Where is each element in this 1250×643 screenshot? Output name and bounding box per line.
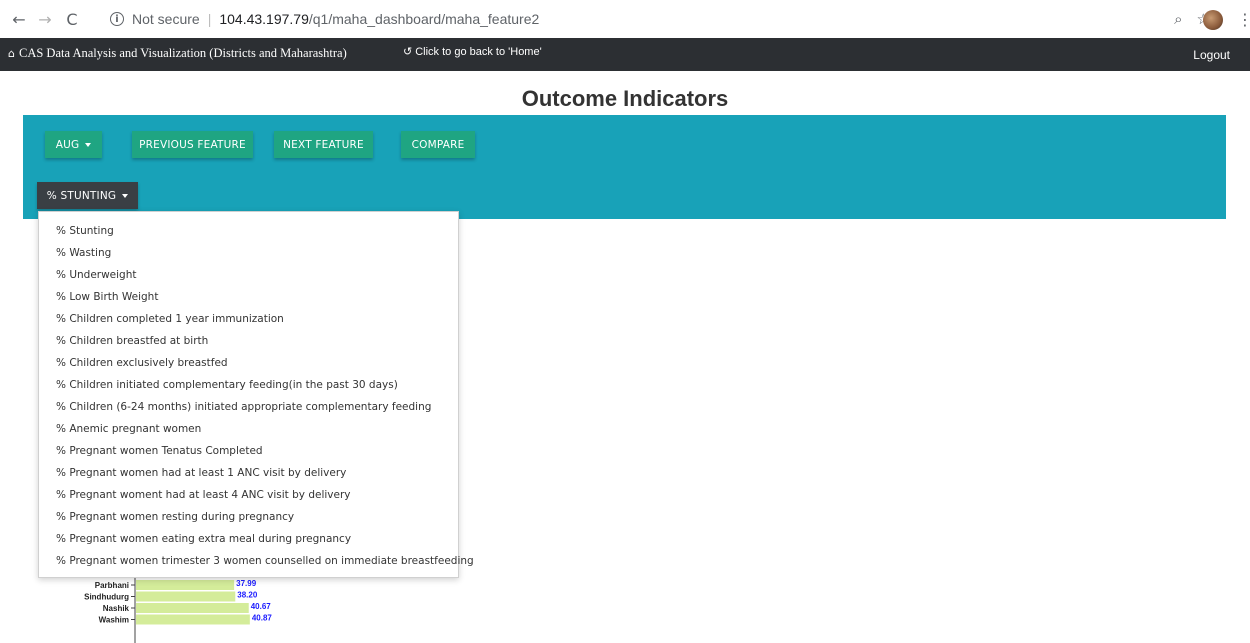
browser-menu-icon[interactable]: ⋮ [1237, 10, 1250, 29]
indicator-label: % STUNTING [46, 189, 117, 202]
url-path: /q1/maha_dashboard/maha_feature2 [308, 11, 540, 27]
url-host: 104.43.197.79 [219, 11, 309, 27]
caret-down-icon [122, 193, 129, 198]
brand-link[interactable]: ⌂ CAS Data Analysis and Visualization (D… [8, 46, 347, 61]
page-title: Outcome Indicators [521, 86, 729, 111]
back-home-icon: ↺ [403, 45, 413, 58]
indicator-dropdown-menu: % Stunting % Wasting % Underweight % Low… [38, 211, 474, 578]
zoom-icon[interactable]: ⌕ [1174, 10, 1182, 28]
dropdown-item[interactable]: % Pregnant women Tenatus Completed [39, 440, 458, 462]
profile-avatar[interactable] [1203, 10, 1223, 30]
dropdown-item[interactable]: % Pregnant women had at least 1 ANC visi… [39, 462, 458, 484]
forward-arrow-icon[interactable]: → [36, 10, 54, 29]
dropdown-item[interactable]: % Children completed 1 year immunization [39, 308, 458, 330]
dropdown-item[interactable]: % Pregnant women resting during pregnanc… [39, 506, 458, 528]
info-icon[interactable]: i [110, 12, 124, 26]
dropdown-item[interactable]: % Children initiated complementary feedi… [39, 374, 458, 396]
back-home-link[interactable]: ↺ Click to go back to 'Home' [403, 45, 542, 58]
dropdown-item[interactable]: % Children exclusively breastfed [39, 352, 458, 374]
back-arrow-icon[interactable]: ← [10, 10, 28, 29]
dropdown-item[interactable]: % Pregnant women eating extra meal durin… [39, 528, 458, 550]
previous-feature-button[interactable]: PREVIOUS FEATURE [132, 131, 253, 158]
caret-down-icon [85, 142, 92, 147]
district-bar-chart: Parbhani 37.99 Sindhudurg 38.20 Nashik 40.67 W… [84, 578, 273, 643]
controls-panel: AUG PREVIOUS FEATURE NEXT FEATURE COMPAR… [23, 115, 1226, 219]
chart-category-label: Washim [99, 616, 129, 625]
chart-value-label: 40.67 [251, 602, 272, 611]
reload-icon[interactable]: C [63, 10, 81, 29]
chart-category-label: Parbhani [95, 581, 129, 590]
compare-button[interactable]: COMPARE [401, 131, 475, 158]
month-dropdown-button[interactable]: AUG [45, 131, 102, 158]
not-secure-label: Not secure [132, 11, 200, 27]
dropdown-item[interactable]: % Pregnant woment had at least 4 ANC vis… [39, 484, 458, 506]
chart-value-label: 40.87 [252, 614, 273, 623]
dropdown-item[interactable]: % Anemic pregnant women [39, 418, 458, 440]
back-home-label: Click to go back to 'Home' [415, 45, 542, 58]
url-separator: | [207, 11, 212, 27]
app-navbar: ⌂ CAS Data Analysis and Visualization (D… [0, 38, 1250, 71]
dropdown-item[interactable]: % Underweight [39, 264, 458, 286]
chart-bar [136, 591, 236, 602]
chart-category-label: Sindhudurg [84, 593, 129, 602]
indicator-dropdown-button[interactable]: % STUNTING [37, 182, 138, 209]
chart-bar [136, 614, 250, 625]
brand-label: CAS Data Analysis and Visualization (Dis… [18, 46, 347, 60]
month-label: AUG [55, 138, 80, 151]
dropdown-item[interactable]: % Wasting [39, 242, 458, 264]
chart-category-label: Nashik [103, 604, 130, 613]
address-bar[interactable]: i Not secure | 104.43.197.79/q1/maha_das… [100, 5, 1210, 33]
chart-value-label: 37.99 [236, 579, 257, 588]
next-feature-button[interactable]: NEXT FEATURE [274, 131, 373, 158]
dropdown-item[interactable]: % Pregnant women trimester 3 women couns… [39, 550, 474, 572]
browser-toolbar: ← → C i Not secure | 104.43.197.79/q1/ma… [0, 0, 1250, 38]
chart-bar [136, 580, 235, 590]
chart-bar [136, 603, 249, 613]
dropdown-item[interactable]: % Stunting [39, 220, 458, 242]
dropdown-item[interactable]: % Children breastfed at birth [39, 330, 458, 352]
chart-value-label: 38.20 [237, 591, 258, 600]
dropdown-item[interactable]: % Low Birth Weight [39, 286, 458, 308]
logout-link[interactable]: Logout [1193, 48, 1230, 62]
dropdown-item[interactable]: % Children (6-24 months) initiated appro… [39, 396, 458, 418]
home-icon: ⌂ [8, 47, 15, 60]
